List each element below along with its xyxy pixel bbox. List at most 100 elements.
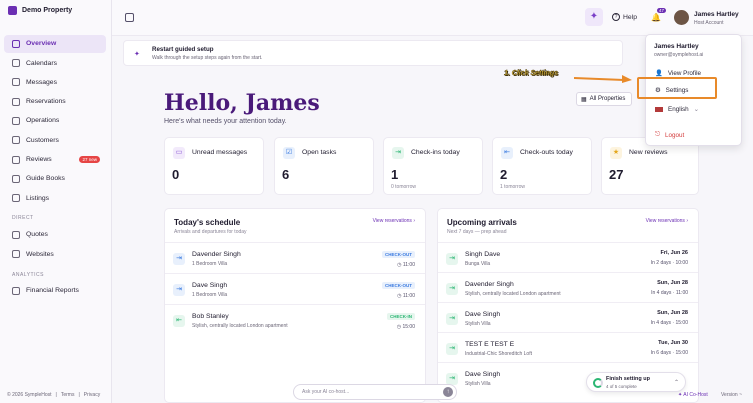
schedule-subtitle: Arrivals and departures for today [174, 229, 247, 235]
sidebar-item-reservations[interactable]: Reservations [4, 93, 106, 111]
privacy-link[interactable]: Privacy [84, 392, 100, 398]
sidebar-item-label: Calendars [26, 59, 57, 67]
sidebar-item-listings[interactable]: Listings [4, 189, 106, 207]
property-name: 1 Bedroom Villa [192, 292, 228, 298]
progress-ring-icon [593, 378, 603, 388]
sidebar-item-label: Quotes [26, 231, 48, 239]
logout-icon: ⎋ [655, 131, 660, 138]
arrival-relative: In 4 days · 15:00 [650, 320, 688, 326]
logout-label: Logout [664, 131, 685, 139]
stat-value: 0 [172, 167, 180, 182]
version-menu[interactable]: Version ~ [721, 392, 742, 398]
table-row[interactable]: ⇥ Dave Singh 1 Bedroom Villa CHECK-OUT ◷ 11:… [165, 273, 425, 303]
sidebar-item-customers[interactable]: Customers [4, 131, 106, 149]
terms-link[interactable]: Terms [61, 392, 75, 398]
stat-label: Open tasks [302, 149, 337, 156]
stat-card[interactable]: ☑ Open tasks 6 [274, 137, 374, 195]
arrival-date: Fri, Jun 26 [660, 250, 688, 256]
guest-name: Bob Stanley [192, 313, 229, 320]
ai-cohost-button[interactable]: ✦ AI Co-Host [678, 392, 708, 398]
check-out-icon: ⇥ [173, 284, 185, 296]
list-icon [12, 194, 20, 203]
sidebar-item-websites[interactable]: Websites [4, 245, 106, 263]
section-analytics: ANALYTICS [12, 272, 44, 278]
stat-value: 27 [609, 167, 624, 182]
chevron-up-icon: ⌃ [673, 380, 679, 386]
building-icon: ▦ [581, 96, 587, 103]
message-icon [12, 78, 20, 87]
logout-menu-item[interactable]: ⎋ Logout [652, 128, 736, 142]
brand-name: Demo Property [22, 7, 73, 14]
sidebar-item-label: Customers [26, 136, 59, 144]
chart-icon [12, 286, 20, 295]
send-icon[interactable]: ↑ [443, 387, 453, 397]
help-button[interactable]: ? Help [612, 13, 637, 21]
language-menu-item[interactable]: English ⌄ [652, 102, 736, 116]
sidebar-item-calendars[interactable]: Calendars [4, 54, 106, 72]
sidebar-item-operations[interactable]: Operations [4, 112, 106, 130]
guest-name: Davender Singh [465, 281, 514, 288]
view-reservations-link[interactable]: View reservations › [373, 218, 415, 224]
direct-nav: Quotes Websites [4, 226, 106, 265]
stat-card[interactable]: ⇤ Check-outs today 2 1 tomorrow [492, 137, 592, 195]
view-reservations-link[interactable]: View reservations › [646, 218, 688, 224]
arrival-date: Sun, Jun 28 [657, 310, 688, 316]
sidebar-item-reviews[interactable]: Reviews 27 new [4, 151, 106, 169]
page-subtitle: Here's what needs your attention today. [164, 118, 287, 125]
status-badge: CHECK-OUT [382, 282, 415, 289]
star-icon: ★ [610, 147, 622, 159]
stat-card[interactable]: ▭ Unread messages 0 [164, 137, 264, 195]
task-icon: ☑ [283, 147, 295, 159]
avatar[interactable] [674, 10, 689, 25]
annotation-label: 1. Click Settings [504, 70, 559, 77]
property-filter[interactable]: ▦ All Properties [576, 92, 632, 106]
property-name: Stylish Villa [465, 321, 491, 327]
guest-name: Dave Singh [465, 311, 501, 318]
sidebar-item-guide-books[interactable]: Guide Books [4, 170, 106, 188]
table-row[interactable]: ⇤ Bob Stanley Stylish, centrally located L… [165, 304, 425, 334]
sparkle-icon[interactable]: ✦ [585, 8, 603, 26]
quote-icon [12, 230, 20, 239]
arrival-relative: In 6 days · 15:00 [650, 350, 688, 356]
guest-name: Dave Singh [465, 371, 501, 378]
list-item[interactable]: ⇥ Singh Dave Bunga Villa Fri, Jun 26 In 2 da… [438, 242, 698, 272]
sidebar-item-messages[interactable]: Messages [4, 74, 106, 92]
guest-name: TEST E TEST E [465, 341, 515, 348]
todays-schedule-panel: Today's schedule Arrivals and departures… [164, 208, 426, 403]
help-label: Help [623, 13, 637, 21]
ai-cohost-input[interactable]: Ask your AI co-host... ↑ [293, 384, 457, 400]
list-item[interactable]: ⇥ Davender Singh Stylish, centrally locate… [438, 272, 698, 302]
globe-icon [12, 250, 20, 259]
sidebar-item-quotes[interactable]: Quotes [4, 226, 106, 244]
property-filter-label: All Properties [589, 96, 626, 102]
stat-card[interactable]: ⇥ Check-ins today 1 0 tomorrow [383, 137, 483, 195]
arrivals-subtitle: Next 7 days — prep ahead [447, 229, 507, 235]
user-name[interactable]: James Hartley [694, 11, 739, 18]
finish-title: Finish setting up [606, 376, 650, 382]
table-row[interactable]: ⇥ Davender Singh 1 Bedroom Villa CHECK-OUT ◷… [165, 242, 425, 272]
list-item[interactable]: ⇥ Dave Singh Stylish Villa Sun, Jun 28 In 4 … [438, 302, 698, 332]
property-name: 1 Bedroom Villa [192, 261, 228, 267]
brand-logo-icon [8, 6, 17, 15]
copyright: © 2026 SympleHost [7, 392, 52, 398]
time-label: ◷ 15:00 [396, 324, 415, 330]
sidebar-toggle-icon[interactable] [125, 13, 134, 22]
schedule-title: Today's schedule [174, 218, 241, 227]
reviews-badge: 27 new [79, 156, 100, 164]
check-out-icon: ⇥ [173, 253, 185, 265]
brand[interactable]: Demo Property [8, 6, 72, 15]
sidebar-item-overview[interactable]: Overview [4, 35, 106, 53]
guest-name: Davender Singh [192, 251, 241, 258]
check-in-icon: ⇥ [392, 147, 404, 159]
dropdown-user-name: James Hartley [654, 43, 699, 50]
stat-sub: 1 tomorrow [500, 184, 526, 190]
check-in-icon: ⇥ [446, 313, 458, 325]
restart-setup-banner[interactable]: ✦ Restart guided setup Walk through the … [123, 40, 623, 66]
list-item[interactable]: ⇥ TEST E TEST E Industrial-Chic Shoreditch… [438, 332, 698, 362]
bell-icon[interactable]: 🔔 [651, 13, 661, 22]
guest-name: Singh Dave [465, 251, 501, 258]
finish-setup-widget[interactable]: Finish setting up 4 of 5 complete ⌃ [586, 372, 686, 392]
sidebar-item-financial-reports[interactable]: Financial Reports [4, 282, 106, 300]
arrival-date: Sun, Jun 28 [657, 280, 688, 286]
user-role: Host Account [694, 20, 724, 26]
